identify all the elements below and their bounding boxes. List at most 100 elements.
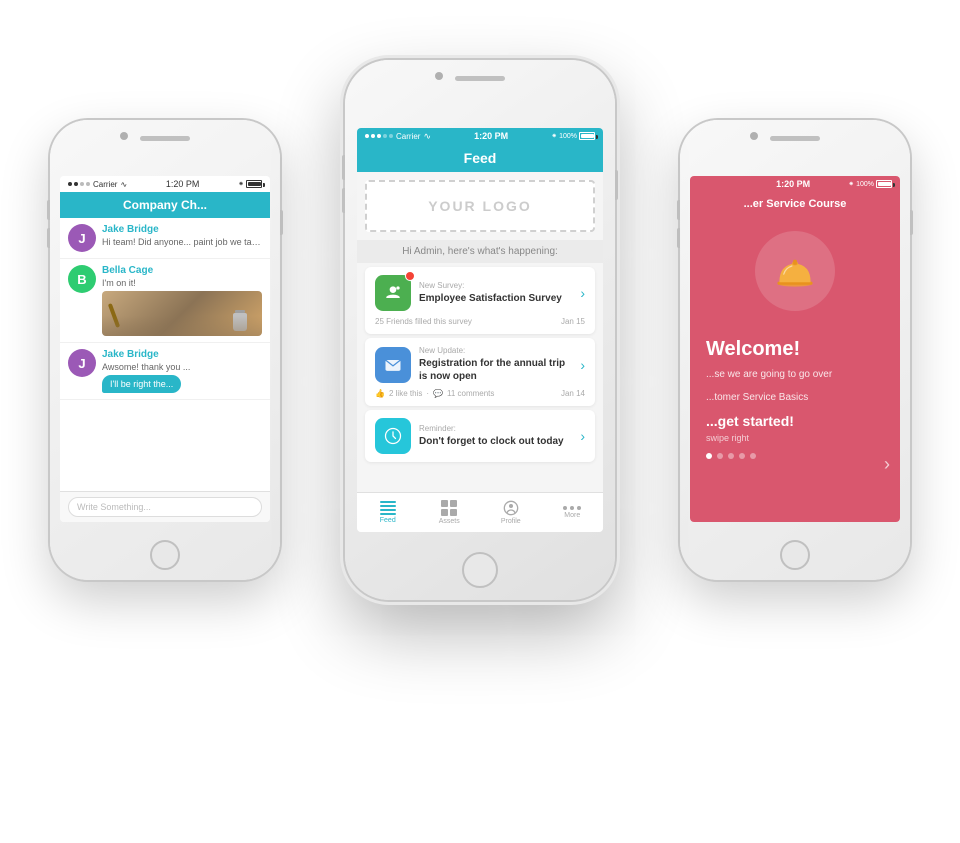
speaker-center <box>455 76 505 81</box>
nav-item-feed[interactable]: Feed <box>357 497 419 528</box>
update-footer-left: 👍 2 like this · 💬 11 comments <box>375 389 494 398</box>
chat-name-jake-1: Jake Bridge <box>102 224 262 235</box>
update-comments: 11 comments <box>447 389 494 398</box>
carrier-label: Carrier <box>93 180 117 189</box>
feed-card-update[interactable]: New Update: Registration for the annual … <box>365 338 595 406</box>
left-header-title: Company Ch... <box>123 198 207 212</box>
avatar-j1: J <box>68 224 96 252</box>
nav-label-feed: Feed <box>380 517 396 524</box>
camera-center <box>435 72 443 80</box>
battery-right: ⁕ 100% <box>848 180 892 188</box>
battery-icon-right <box>876 180 892 188</box>
home-button[interactable] <box>150 540 180 570</box>
nav-item-profile[interactable]: Profile <box>480 496 542 529</box>
bluetooth-icon: ⁕ <box>238 180 244 188</box>
feed-card-survey-header: New Survey: Employee Satisfaction Survey… <box>375 275 585 311</box>
survey-title: Employee Satisfaction Survey <box>419 292 572 305</box>
wifi-icon-center: ∿ <box>423 131 431 142</box>
course-welcome: Welcome! <box>706 338 884 361</box>
status-bar-right: 1:20 PM ⁕ 100% <box>690 176 900 192</box>
bell-svg <box>770 246 820 296</box>
paint-brush-icon <box>108 303 120 328</box>
update-footer-date: Jan 14 <box>561 389 585 398</box>
chat-bubble: I'll be right the... <box>102 375 181 393</box>
status-bar-center: Carrier ∿ 1:20 PM ⁕ 100% <box>357 128 603 144</box>
dot-2 <box>717 453 723 459</box>
power-btn-center <box>615 170 618 200</box>
center-screen: Carrier ∿ 1:20 PM ⁕ 100% Feed YOUR LOGO … <box>357 128 603 532</box>
left-screen: Carrier ∿ 1:20 PM ⁕ Company Ch... J Jake… <box>60 176 270 522</box>
course-hint: swipe right <box>706 433 884 443</box>
carrier-info: Carrier ∿ <box>68 180 127 189</box>
battery-pct-right: 100% <box>856 181 874 188</box>
signal-dots <box>68 182 90 186</box>
thumbs-up-icon: 👍 <box>375 389 385 398</box>
home-button-right[interactable] <box>780 540 810 570</box>
greeting-text: Hi Admin, here's what's happening: <box>402 246 558 257</box>
center-app-header: Feed <box>357 144 603 172</box>
dot-4 <box>739 453 745 459</box>
right-screen: 1:20 PM ⁕ 100% ...er Service Course <box>690 176 900 522</box>
carrier-center: Carrier ∿ <box>365 131 431 142</box>
course-arrow[interactable]: › <box>884 454 890 475</box>
chat-list[interactable]: J Jake Bridge Hi team! Did anyone... pai… <box>60 218 270 400</box>
wifi-icon-left: ∿ <box>120 180 127 189</box>
chat-item-bella[interactable]: B Bella Cage I'm on it! <box>60 259 270 343</box>
signal-dots-center <box>365 134 393 138</box>
chat-msg-jake-1: Hi team! Did anyone... paint job we talk… <box>102 237 262 247</box>
course-bell-container <box>690 231 900 311</box>
feed-card-reminder-text: Reminder: Don't forget to clock out toda… <box>419 424 572 448</box>
center-header-title: Feed <box>464 150 497 166</box>
chat-item-jake-2[interactable]: J Jake Bridge Awsome! thank you ... I'll… <box>60 343 270 400</box>
chat-content-bella: Bella Cage I'm on it! <box>102 265 262 336</box>
power-btn <box>280 210 283 235</box>
battery-center: ⁕ 100% <box>551 132 595 140</box>
chat-content-jake-1: Jake Bridge Hi team! Did anyone... paint… <box>102 224 262 247</box>
volume-btn-center-2 <box>342 188 345 213</box>
bluetooth-right-icon: ⁕ <box>848 180 854 188</box>
course-cta: ...get started! <box>706 413 884 429</box>
home-button-center[interactable] <box>462 552 498 588</box>
clock-svg <box>383 426 403 446</box>
reminder-icon <box>375 418 411 454</box>
camera <box>120 132 128 140</box>
dot-1 <box>706 453 712 459</box>
nav-item-more[interactable]: More <box>542 502 604 523</box>
chat-name-jake-2: Jake Bridge <box>102 349 262 360</box>
reminder-chevron[interactable]: › <box>580 428 585 444</box>
chat-item-jake-1[interactable]: J Jake Bridge Hi team! Did anyone... pai… <box>60 218 270 259</box>
feed-card-update-header: New Update: Registration for the annual … <box>375 346 585 383</box>
feed-nav-icon <box>380 501 396 515</box>
battery-icon <box>246 180 262 188</box>
status-bar: Carrier ∿ 1:20 PM ⁕ <box>60 176 270 192</box>
time-center: 1:20 PM <box>474 131 508 141</box>
email-svg <box>383 355 403 375</box>
reminder-title: Don't forget to clock out today <box>419 435 572 448</box>
nav-label-more: More <box>564 512 580 519</box>
survey-label: New Survey: <box>419 281 572 290</box>
survey-icon <box>375 275 411 311</box>
chat-input[interactable]: Write Something... <box>68 497 262 517</box>
paint-can-icon <box>233 313 247 331</box>
feed-card-survey[interactable]: New Survey: Employee Satisfaction Survey… <box>365 267 595 334</box>
chat-input-bar[interactable]: Write Something... <box>60 491 270 522</box>
feed-card-update-footer: 👍 2 like this · 💬 11 comments Jan 14 <box>375 389 585 398</box>
left-app-header: Company Ch... <box>60 192 270 218</box>
comment-icon: 💬 <box>433 389 443 398</box>
feed-card-survey-text: New Survey: Employee Satisfaction Survey <box>419 281 572 305</box>
right-phone: 1:20 PM ⁕ 100% ...er Service Course <box>680 120 910 580</box>
dot-3 <box>728 453 734 459</box>
survey-chevron[interactable]: › <box>580 285 585 301</box>
nav-item-assets[interactable]: Assets <box>419 496 481 529</box>
course-desc-1: ...se we are going to go over <box>706 367 884 382</box>
more-dots <box>563 506 581 510</box>
update-label: New Update: <box>419 346 572 355</box>
center-phone: Carrier ∿ 1:20 PM ⁕ 100% Feed YOUR LOGO … <box>345 60 615 600</box>
update-icon <box>375 347 411 383</box>
survey-footer-left: 25 Friends filled this survey <box>375 317 472 326</box>
power-btn-right <box>910 210 913 235</box>
feed-card-survey-footer: 25 Friends filled this survey Jan 15 <box>375 317 585 326</box>
assets-nav-icon <box>441 500 457 516</box>
feed-card-reminder[interactable]: Reminder: Don't forget to clock out toda… <box>365 410 595 462</box>
update-chevron[interactable]: › <box>580 357 585 373</box>
